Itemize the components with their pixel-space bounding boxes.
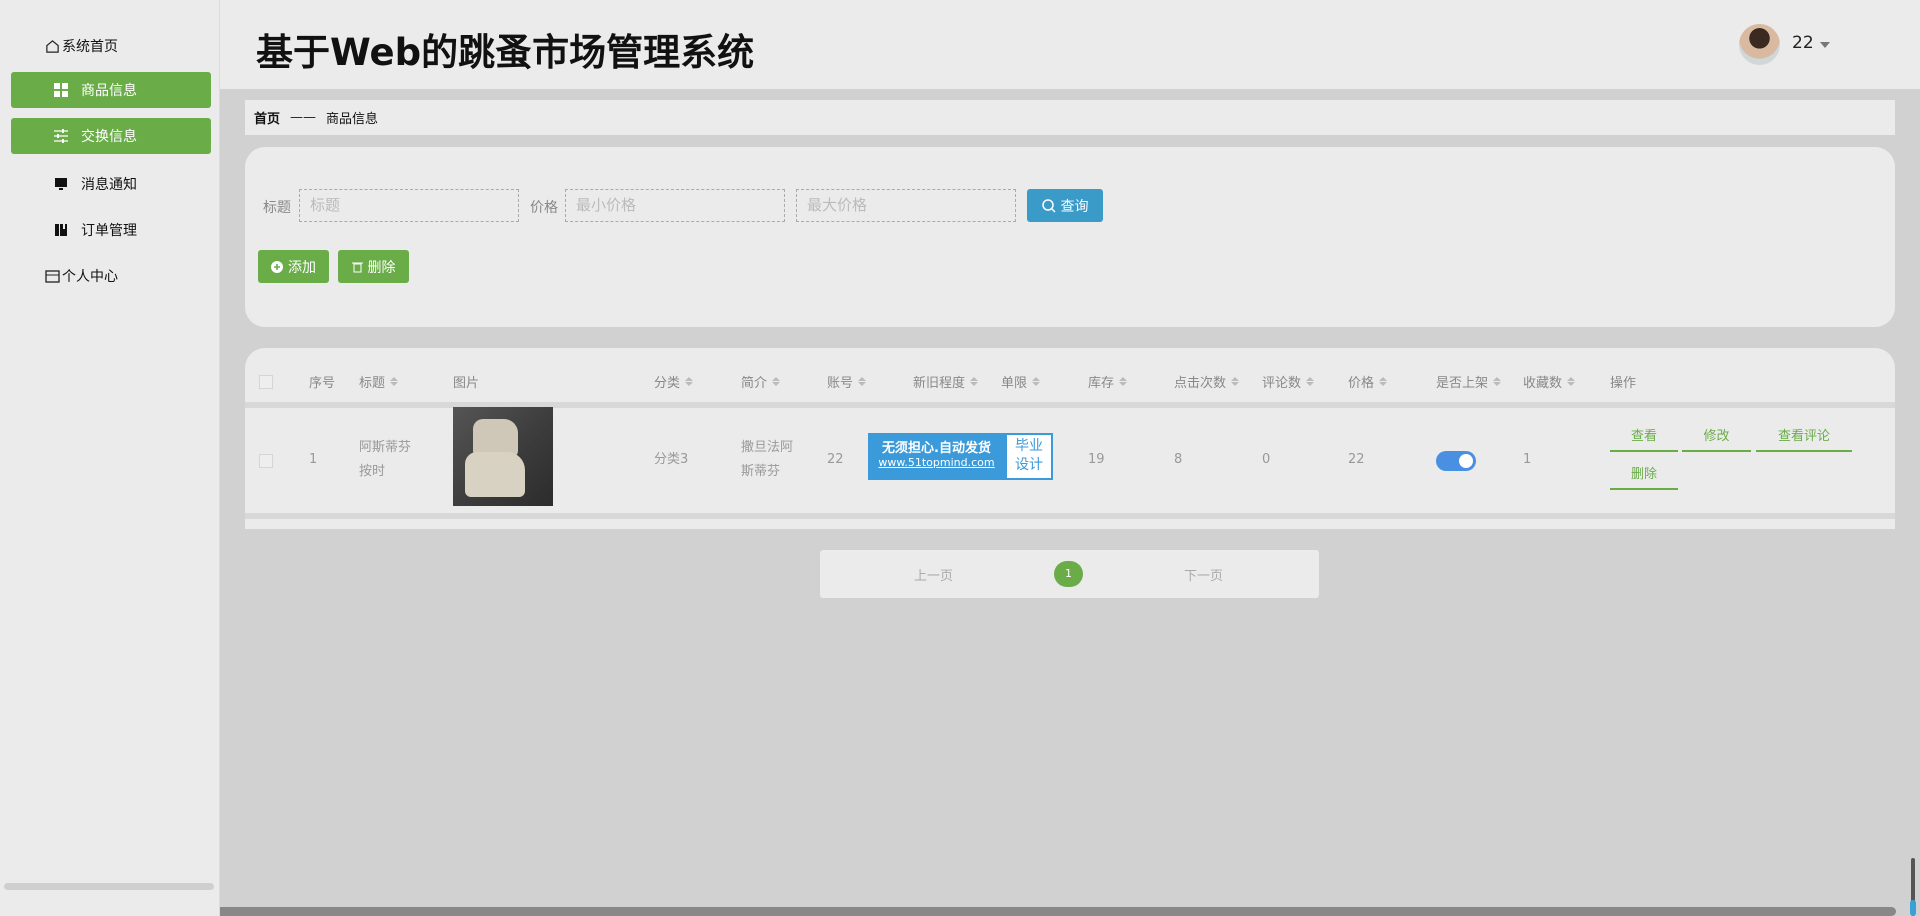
sort-icon bbox=[1032, 377, 1040, 386]
col-header-intro[interactable]: 简介 bbox=[741, 372, 780, 391]
sidebar-item-label: 商品信息 bbox=[81, 80, 137, 100]
add-button[interactable]: 添加 bbox=[258, 250, 329, 283]
vertical-scrollbar-thumb[interactable] bbox=[1910, 900, 1916, 916]
select-all-checkbox[interactable] bbox=[259, 375, 273, 389]
sidebar-item-label: 消息通知 bbox=[81, 174, 137, 194]
prev-page-button[interactable]: 上一页 bbox=[914, 565, 953, 584]
grid-icon bbox=[53, 82, 69, 98]
breadcrumb: 首页 —— 商品信息 bbox=[245, 100, 1895, 135]
col-header-clicks[interactable]: 点击次数 bbox=[1174, 372, 1239, 391]
view-button[interactable]: 查看 bbox=[1610, 426, 1678, 452]
row-checkbox[interactable] bbox=[259, 454, 273, 468]
sidebar-scrollbar[interactable] bbox=[4, 883, 214, 890]
avatar[interactable] bbox=[1739, 24, 1780, 65]
sort-icon bbox=[1119, 377, 1127, 386]
sidebar-item-exchange[interactable]: 交换信息 bbox=[11, 118, 211, 154]
monitor-icon bbox=[53, 176, 69, 192]
col-header-index: 序号 bbox=[309, 372, 335, 391]
sort-icon bbox=[1567, 377, 1575, 386]
delete-row-button[interactable]: 删除 bbox=[1610, 464, 1678, 490]
sidebar-item-label: 订单管理 bbox=[81, 220, 137, 240]
title-label: 标题 bbox=[263, 197, 291, 217]
search-icon bbox=[1042, 199, 1056, 213]
col-header-comments[interactable]: 评论数 bbox=[1262, 372, 1314, 391]
sort-icon bbox=[1306, 377, 1314, 386]
sidebar-item-label: 个人中心 bbox=[62, 266, 118, 286]
cell-title: 阿斯蒂芬按时 bbox=[359, 436, 411, 484]
sidebar-item-home[interactable]: 系统首页 bbox=[11, 28, 211, 64]
horizontal-scrollbar[interactable] bbox=[220, 907, 1896, 916]
title-input[interactable]: 标题 bbox=[299, 189, 519, 222]
sidebar: 系统首页 商品信息 交换信息 消息通知 订单管理 个人中心 bbox=[0, 0, 220, 916]
col-header-category[interactable]: 分类 bbox=[654, 372, 693, 391]
cell-favorites: 1 bbox=[1523, 448, 1531, 472]
search-panel: 标题 标题 价格 最小价格 最大价格 查询 添加 删除 bbox=[245, 147, 1895, 327]
page-title: 基于Web的跳蚤市场管理系统 bbox=[256, 22, 754, 76]
cell-stock: 19 bbox=[1088, 448, 1105, 472]
header: 基于Web的跳蚤市场管理系统 22 bbox=[220, 0, 1920, 89]
edit-button[interactable]: 修改 bbox=[1682, 426, 1751, 452]
watermark-ad: 无须担心.自动发货 www.51topmind.com 毕业设计 bbox=[868, 433, 1053, 480]
col-header-actions: 操作 bbox=[1610, 372, 1636, 391]
breadcrumb-separator: —— bbox=[290, 110, 316, 125]
col-header-title[interactable]: 标题 bbox=[359, 372, 398, 391]
max-price-input[interactable]: 最大价格 bbox=[796, 189, 1016, 222]
divider bbox=[245, 513, 1895, 519]
cell-clicks: 8 bbox=[1174, 448, 1182, 472]
sort-icon bbox=[685, 377, 693, 386]
sort-icon bbox=[858, 377, 866, 386]
username[interactable]: 22 bbox=[1792, 33, 1814, 53]
breadcrumb-home[interactable]: 首页 bbox=[254, 108, 280, 127]
cell-account: 22 bbox=[827, 448, 844, 472]
trash-icon bbox=[352, 261, 363, 273]
sidebar-item-label: 系统首页 bbox=[62, 36, 118, 56]
query-button[interactable]: 查询 bbox=[1027, 189, 1103, 222]
book-icon bbox=[53, 222, 69, 238]
wallet-icon bbox=[44, 268, 60, 284]
delete-label: 删除 bbox=[368, 257, 396, 277]
sort-icon bbox=[390, 377, 398, 386]
col-header-stock[interactable]: 库存 bbox=[1088, 372, 1127, 391]
sidebar-item-label: 交换信息 bbox=[81, 126, 137, 146]
sliders-icon bbox=[53, 128, 69, 144]
sort-icon bbox=[772, 377, 780, 386]
sidebar-item-orders[interactable]: 订单管理 bbox=[11, 212, 211, 248]
col-header-condition[interactable]: 新旧程度 bbox=[913, 372, 978, 391]
add-label: 添加 bbox=[288, 257, 316, 277]
cell-category: 分类3 bbox=[654, 448, 688, 472]
cell-index: 1 bbox=[309, 448, 317, 472]
on-shelf-toggle[interactable] bbox=[1436, 451, 1476, 471]
sidebar-item-products[interactable]: 商品信息 bbox=[11, 72, 211, 108]
product-image[interactable] bbox=[453, 407, 553, 506]
sort-icon bbox=[1493, 377, 1501, 386]
price-label: 价格 bbox=[530, 197, 558, 217]
data-table: 序号 标题 图片 分类 简介 账号 新旧程度 单限 库存 点击次数 评论数 价格… bbox=[245, 348, 1895, 529]
col-header-price[interactable]: 价格 bbox=[1348, 372, 1387, 391]
col-header-on-shelf[interactable]: 是否上架 bbox=[1436, 372, 1501, 391]
cell-price: 22 bbox=[1348, 448, 1365, 472]
col-header-account[interactable]: 账号 bbox=[827, 372, 866, 391]
col-header-favorites[interactable]: 收藏数 bbox=[1523, 372, 1575, 391]
pagination: 上一页 1 下一页 bbox=[820, 550, 1319, 598]
min-price-input[interactable]: 最小价格 bbox=[565, 189, 785, 222]
sidebar-item-messages[interactable]: 消息通知 bbox=[11, 166, 211, 202]
sort-icon bbox=[1231, 377, 1239, 386]
breadcrumb-current: 商品信息 bbox=[326, 108, 378, 127]
col-header-limit[interactable]: 单限 bbox=[1001, 372, 1040, 391]
delete-button[interactable]: 删除 bbox=[338, 250, 409, 283]
plus-circle-icon bbox=[271, 261, 283, 273]
sort-icon bbox=[1379, 377, 1387, 386]
next-page-button[interactable]: 下一页 bbox=[1184, 565, 1223, 584]
view-comments-button[interactable]: 查看评论 bbox=[1756, 426, 1852, 452]
page-1-button[interactable]: 1 bbox=[1054, 561, 1083, 587]
cell-intro: 撒旦法阿斯蒂芬 bbox=[741, 436, 793, 484]
cell-comments: 0 bbox=[1262, 448, 1270, 472]
col-header-image: 图片 bbox=[453, 372, 479, 391]
home-icon bbox=[44, 38, 60, 54]
query-label: 查询 bbox=[1061, 196, 1089, 216]
sidebar-item-profile[interactable]: 个人中心 bbox=[11, 258, 211, 294]
sort-icon bbox=[970, 377, 978, 386]
chevron-down-icon[interactable] bbox=[1820, 42, 1830, 48]
